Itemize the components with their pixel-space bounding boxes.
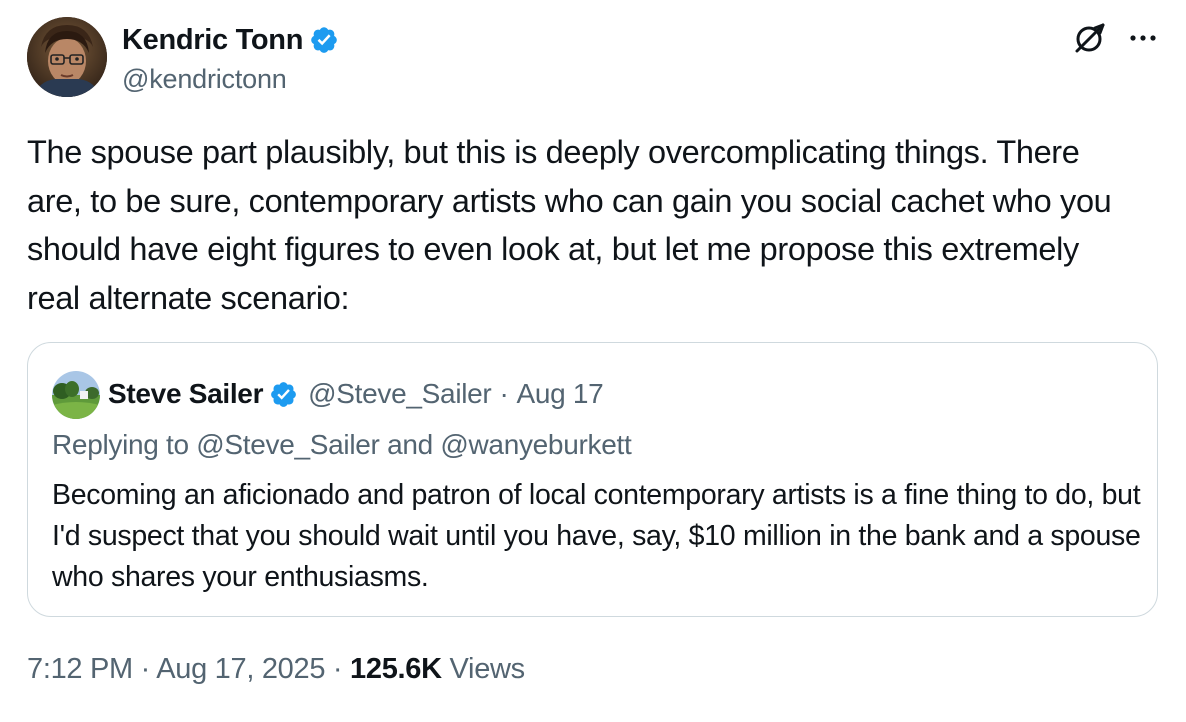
landscape-avatar-icon xyxy=(52,371,100,419)
verified-badge-icon[interactable] xyxy=(309,25,339,55)
views-label: Views xyxy=(449,653,526,685)
author-avatar[interactable] xyxy=(27,17,107,97)
quoted-header: Steve Sailer @Steve_Sailer · Aug 17 xyxy=(108,375,604,413)
author-handle[interactable]: @kendrictonn xyxy=(122,64,339,95)
mention-link[interactable]: @wanyeburkett xyxy=(440,429,631,460)
tweet: Kendric Tonn @kendrictonn The spouse par… xyxy=(0,0,1186,722)
quoted-author-avatar[interactable] xyxy=(52,371,100,419)
grok-icon[interactable] xyxy=(1072,20,1108,56)
quoted-text: Becoming an aficionado and patron of loc… xyxy=(52,479,1141,593)
verified-badge-icon[interactable] xyxy=(269,380,298,409)
tweet-text: The spouse part plausibly, but this is d… xyxy=(27,134,1112,316)
quoted-author-handle[interactable]: @Steve_Sailer xyxy=(308,378,492,410)
views-count[interactable]: 125.6K xyxy=(350,653,442,685)
tweet-meta: 7:12 PM · Aug 17, 2025 · 125.6K Views xyxy=(27,653,525,686)
tweet-actions xyxy=(1072,20,1158,56)
tweet-date[interactable]: Aug 17, 2025 xyxy=(156,653,325,685)
tweet-time[interactable]: 7:12 PM xyxy=(27,653,133,685)
separator-dot: · xyxy=(140,653,151,685)
replying-prefix: Replying to xyxy=(52,429,189,460)
mention-link[interactable]: @Steve_Sailer xyxy=(196,429,380,460)
author-info: Kendric Tonn @kendrictonn xyxy=(122,22,339,95)
replying-to: Replying to @Steve_Sailer and @wanyeburk… xyxy=(52,429,632,461)
separator-dot: · xyxy=(499,378,509,409)
author-name[interactable]: Kendric Tonn xyxy=(122,24,303,57)
quoted-author-name[interactable]: Steve Sailer xyxy=(108,378,263,410)
quoted-date[interactable]: Aug 17 xyxy=(517,378,604,410)
more-icon[interactable] xyxy=(1128,23,1158,53)
separator-dot: · xyxy=(332,653,343,685)
avatar-photo xyxy=(27,17,107,97)
replying-and: and xyxy=(387,429,433,460)
quoted-tweet[interactable]: Steve Sailer @Steve_Sailer · Aug 17 Repl… xyxy=(27,342,1158,617)
